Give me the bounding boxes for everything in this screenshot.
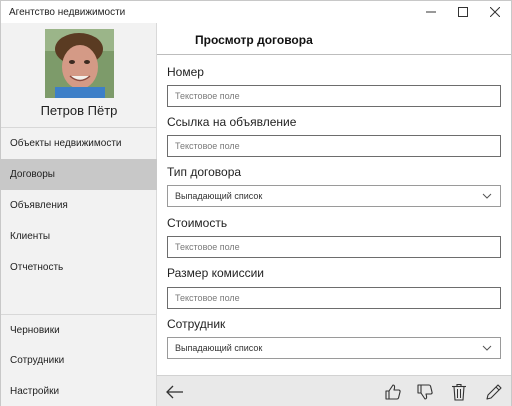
field-label-price: Стоимость: [167, 216, 228, 230]
nav-menu-secondary: Черновики Сотрудники Настройки: [1, 314, 157, 406]
listing-link-input[interactable]: [167, 135, 501, 157]
number-input[interactable]: [167, 85, 501, 107]
bottom-toolbar: [157, 375, 511, 406]
close-button[interactable]: [479, 1, 511, 23]
page-header: Просмотр договора: [157, 23, 511, 55]
field-label-contract-type: Тип договора: [167, 165, 242, 179]
nav-item-label: Клиенты: [10, 231, 51, 242]
nav-item-label: Отчетность: [10, 262, 64, 273]
nav-item-properties[interactable]: Объекты недвижимости: [1, 128, 157, 159]
pencil-icon: [486, 384, 502, 400]
main-panel: Просмотр договора Номер Ссылка на объявл…: [157, 23, 511, 406]
field-label-listing-link: Ссылка на объявление: [167, 115, 297, 129]
field-label-employee: Сотрудник: [167, 317, 226, 331]
user-name: Петров Пётр: [40, 103, 118, 118]
window-title: Агентство недвижимости: [9, 6, 126, 18]
field-label-commission: Размер комиссии: [167, 266, 264, 280]
nav-item-drafts[interactable]: Черновики: [1, 315, 157, 346]
trash-icon: [452, 383, 466, 401]
nav-item-employees[interactable]: Сотрудники: [1, 346, 157, 377]
nav-item-settings[interactable]: Настройки: [1, 376, 157, 406]
nav-item-contracts[interactable]: Договоры: [1, 159, 157, 190]
contract-type-select[interactable]: Выпадающий список: [167, 185, 501, 207]
field-label-number: Номер: [167, 65, 204, 79]
edit-button[interactable]: [483, 381, 505, 403]
maximize-button[interactable]: [447, 1, 479, 23]
nav-item-label: Настройки: [10, 385, 60, 397]
user-photo: [45, 29, 114, 98]
select-value: Выпадающий список: [175, 343, 263, 353]
select-value: Выпадающий список: [175, 191, 263, 201]
avatar: [45, 29, 114, 98]
minimize-button[interactable]: [415, 1, 447, 23]
delete-button[interactable]: [448, 381, 470, 403]
nav-item-listings[interactable]: Объявления: [1, 190, 157, 221]
nav-item-label: Договоры: [10, 169, 55, 180]
minimize-icon: [426, 11, 436, 13]
employee-select[interactable]: Выпадающий список: [167, 337, 501, 359]
thumbs-up-icon: [385, 384, 401, 400]
chevron-down-icon: [482, 193, 492, 199]
nav-item-clients[interactable]: Клиенты: [1, 221, 157, 252]
page-title: Просмотр договора: [195, 33, 313, 47]
back-arrow-icon: [166, 385, 183, 399]
chevron-down-icon: [482, 345, 492, 351]
title-bar: Агентство недвижимости: [1, 1, 511, 23]
nav-item-label: Объявления: [10, 200, 68, 211]
price-input[interactable]: [167, 236, 501, 258]
nav-item-reports[interactable]: Отчетность: [1, 252, 157, 283]
sidebar: Петров Пётр Объекты недвижимости Договор…: [1, 23, 157, 406]
close-icon: [490, 7, 500, 17]
commission-input[interactable]: [167, 287, 501, 309]
like-button[interactable]: [382, 381, 404, 403]
back-button[interactable]: [164, 381, 186, 403]
nav-item-label: Сотрудники: [10, 355, 65, 367]
nav-item-label: Черновики: [10, 324, 60, 336]
nav-item-label: Объекты недвижимости: [10, 138, 122, 149]
app-window: Агентство недвижимости Петров Пётр Объек…: [0, 0, 512, 406]
nav-menu-main: Объекты недвижимости Договоры Объявления…: [1, 127, 157, 283]
dislike-button[interactable]: [414, 381, 436, 403]
thumbs-down-icon: [417, 384, 433, 400]
maximize-icon: [458, 7, 468, 17]
